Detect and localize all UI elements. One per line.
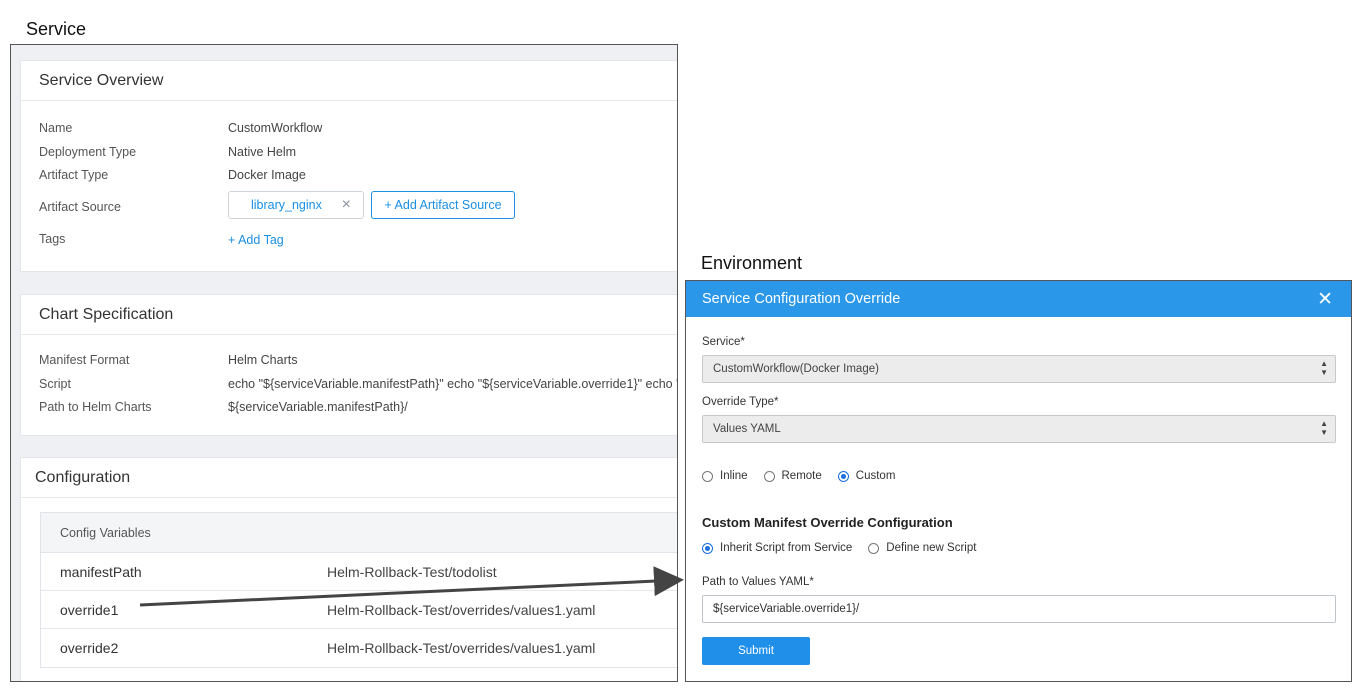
service-overview-title: Service Overview: [21, 61, 677, 101]
script-label: Script: [39, 377, 71, 391]
config-var-name: override2: [60, 640, 119, 656]
table-row[interactable]: override1 Helm-Rollback-Test/overrides/v…: [41, 591, 677, 629]
service-select-value: CustomWorkflow(Docker Image): [713, 363, 879, 375]
service-configuration-override-dialog: Service Configuration Override ✕ Service…: [685, 280, 1352, 682]
chart-specification-title: Chart Specification: [21, 295, 677, 335]
name-value: CustomWorkflow: [228, 121, 323, 135]
artifact-source-chip[interactable]: library_nginx ×: [228, 191, 364, 219]
service-section-label: Service: [26, 19, 87, 39]
override-type-value: Values YAML: [713, 423, 781, 435]
radio-inline-label: Inline: [720, 470, 748, 482]
artifact-source-label: Artifact Source: [39, 200, 121, 214]
config-variables-header: Config Variables: [41, 513, 677, 553]
close-icon[interactable]: ✕: [1317, 288, 1333, 311]
radio-circle-selected[interactable]: [837, 470, 849, 482]
dialog-title: Service Configuration Override: [702, 291, 901, 307]
artifact-type-label: Artifact Type: [39, 168, 109, 182]
radio-circle[interactable]: [868, 542, 880, 554]
service-select[interactable]: CustomWorkflow(Docker Image) ▲ ▼: [702, 355, 1336, 383]
radio-remote-label: Remote: [781, 470, 822, 482]
tags-label: Tags: [39, 232, 66, 246]
environment-section-label: Environment: [701, 253, 803, 273]
config-variables-table: Config Variables manifestPath Helm-Rollb…: [40, 512, 677, 668]
path-to-helm-charts-value: ${serviceVariable.manifestPath}/: [228, 400, 408, 414]
configuration-card: Configuration Config Variables manifestP…: [20, 457, 677, 681]
add-tag-link[interactable]: + Add Tag: [228, 233, 284, 247]
script-radio-group: Inherit Script from Service Define new S…: [702, 542, 992, 554]
submit-button[interactable]: Submit: [702, 637, 810, 665]
path-to-values-value: ${serviceVariable.override1}/: [713, 603, 860, 615]
config-var-value: Helm-Rollback-Test/todolist: [327, 563, 497, 580]
radio-remote[interactable]: Remote: [763, 470, 822, 482]
radio-circle-selected[interactable]: [702, 542, 713, 554]
radio-custom[interactable]: Custom: [837, 470, 896, 482]
radio-inherit-label: Inherit Script from Service: [720, 542, 853, 554]
artifact-type-value: Docker Image: [228, 168, 306, 182]
table-row[interactable]: manifestPath Helm-Rollback-Test/todolist: [41, 553, 677, 591]
source-radio-group: Inline Remote Custom: [702, 470, 911, 482]
radio-define-script[interactable]: Define new Script: [868, 542, 976, 554]
table-row[interactable]: override2 Helm-Rollback-Test/overrides/v…: [41, 629, 677, 667]
radio-inherit-script[interactable]: Inherit Script from Service: [702, 542, 852, 554]
manifest-format-label: Manifest Format: [39, 353, 130, 367]
close-icon[interactable]: ×: [342, 196, 351, 214]
radio-circle[interactable]: [763, 470, 775, 482]
dialog-header: Service Configuration Override ✕: [686, 281, 1351, 317]
custom-manifest-heading: Custom Manifest Override Configuration: [702, 515, 953, 530]
chart-specification-card: Chart Specification Manifest Format Helm…: [20, 294, 677, 436]
config-var-value: Helm-Rollback-Test/overrides/values1.yam…: [327, 601, 596, 618]
path-to-values-input[interactable]: ${serviceVariable.override1}/: [702, 595, 1336, 623]
deployment-type-label: Deployment Type: [39, 145, 137, 159]
script-value: echo "${serviceVariable.manifestPath}" e…: [228, 377, 677, 391]
radio-custom-label: Custom: [855, 470, 896, 482]
add-artifact-source-button[interactable]: + Add Artifact Source: [371, 191, 515, 219]
path-to-helm-charts-label: Path to Helm Charts: [39, 400, 152, 414]
path-to-values-label: Path to Values YAML*: [702, 576, 814, 588]
artifact-chip-label: library_nginx: [251, 198, 322, 212]
service-field-label: Service*: [702, 336, 745, 348]
name-label: Name: [39, 121, 73, 135]
deployment-type-value: Native Helm: [228, 145, 297, 159]
sort-arrows-icon: ▲ ▼: [1320, 419, 1328, 437]
config-var-value: Helm-Rollback-Test/overrides/values1.yam…: [327, 640, 596, 656]
manifest-format-value: Helm Charts: [228, 353, 298, 367]
config-var-name: override1: [60, 601, 119, 618]
sort-arrows-icon: ▲ ▼: [1320, 359, 1328, 377]
service-overview-card: Service Overview Name CustomWorkflow Dep…: [20, 60, 677, 272]
radio-define-label: Define new Script: [886, 542, 977, 554]
override-type-select[interactable]: Values YAML ▲ ▼: [702, 415, 1336, 443]
service-panel: Service Overview Name CustomWorkflow Dep…: [10, 44, 678, 682]
config-var-name: manifestPath: [60, 563, 142, 580]
override-type-label: Override Type*: [702, 396, 779, 408]
configuration-title: Configuration: [21, 458, 677, 498]
radio-circle[interactable]: [702, 470, 713, 482]
radio-inline[interactable]: Inline: [702, 470, 748, 482]
